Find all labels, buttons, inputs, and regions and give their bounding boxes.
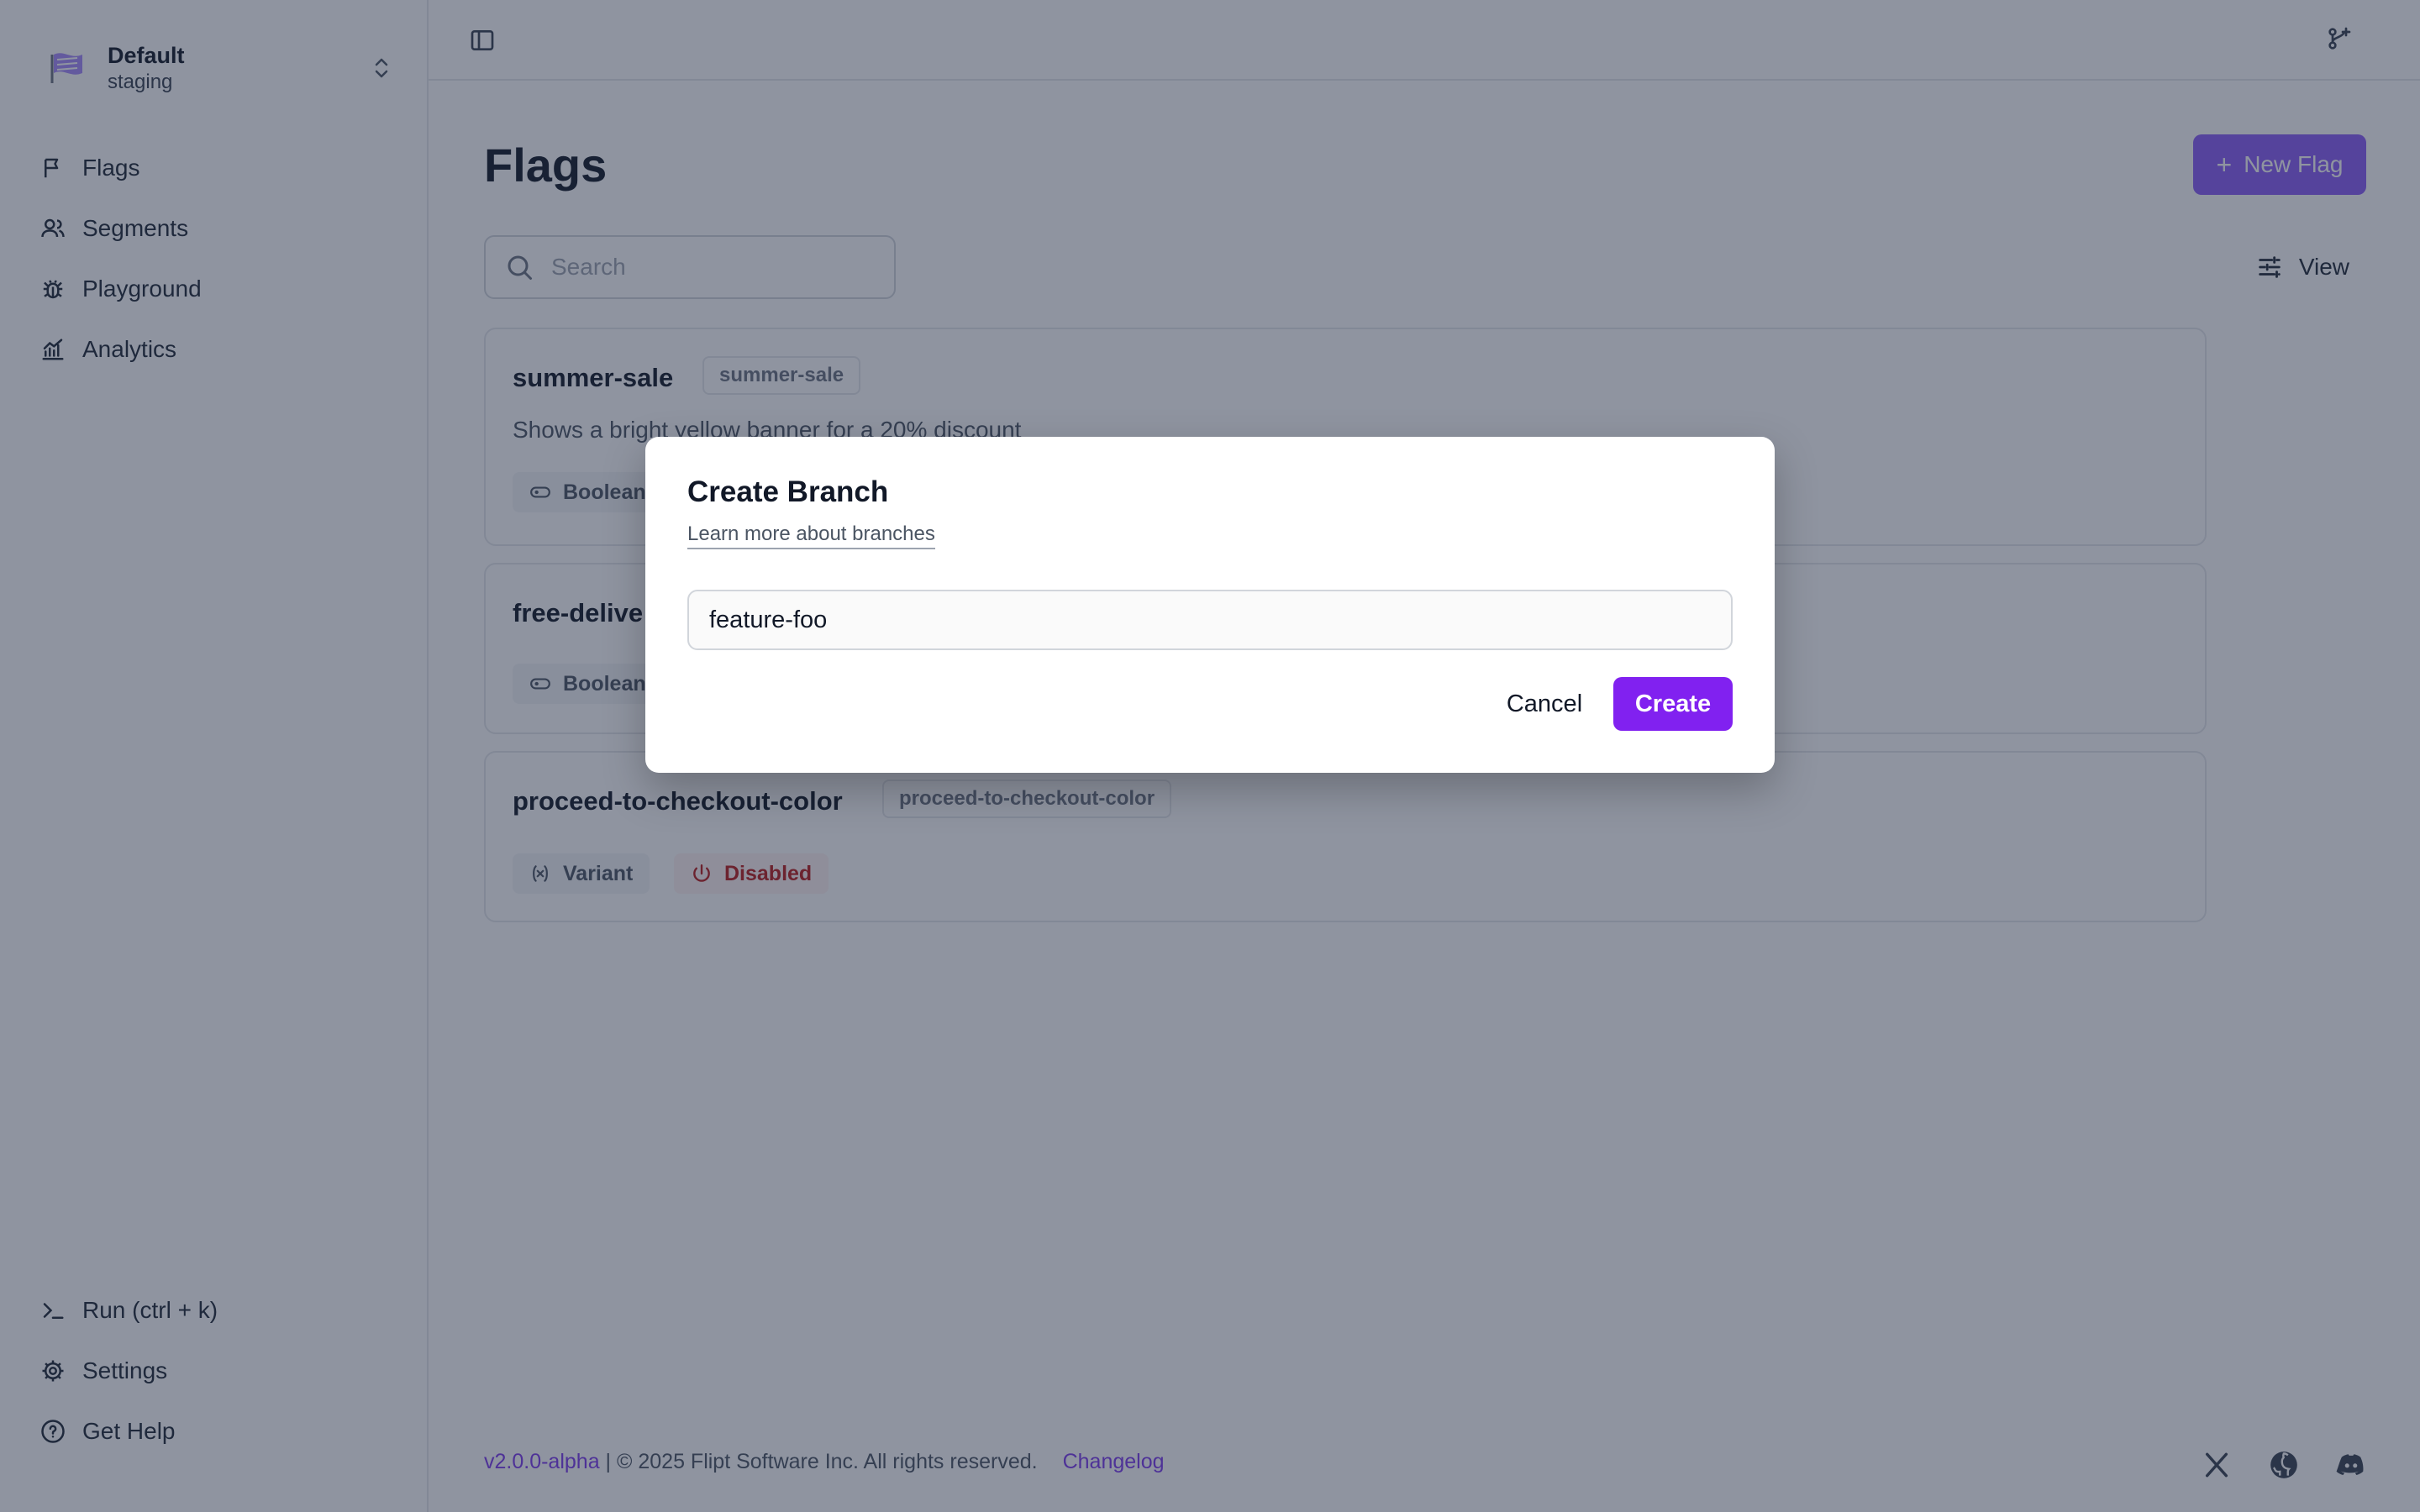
create-branch-dialog: Create Branch Learn more about branches …	[645, 437, 1775, 773]
dialog-title: Create Branch	[687, 475, 889, 508]
create-button[interactable]: Create	[1613, 677, 1733, 731]
branch-name-input[interactable]: feature-foo	[687, 590, 1733, 650]
learn-more-link[interactable]: Learn more about branches	[687, 522, 935, 549]
cancel-button[interactable]: Cancel	[1477, 677, 1612, 731]
